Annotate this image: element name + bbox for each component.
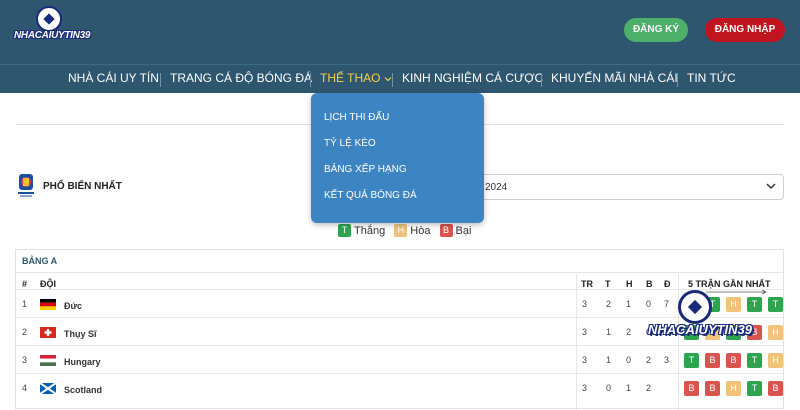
euro-2024-logo-icon — [18, 174, 34, 197]
nav-item-sports-label: THỂ THAO — [320, 71, 381, 85]
header-won: T — [605, 279, 611, 289]
group-title: BẢNG A — [22, 256, 58, 266]
register-button[interactable]: ĐĂNG KÝ — [624, 18, 688, 42]
row-rank: 1 — [22, 299, 28, 309]
team-name[interactable]: Đức — [64, 301, 82, 311]
logo-text: NHACAIUYTIN39 — [14, 30, 91, 41]
team-name[interactable]: Thụy Sĩ — [64, 329, 97, 339]
row-lost: 2 — [646, 383, 652, 393]
form-badge: B — [705, 381, 720, 396]
nav-item-promotions[interactable]: KHUYẾN MÃI NHÀ CÁI — [551, 71, 678, 85]
season-select-value: 2024 — [485, 182, 508, 193]
team-name[interactable]: Hungary — [64, 357, 101, 367]
row-won: 1 — [606, 355, 612, 365]
nav-item-trusted-bookmakers[interactable]: NHÀ CÁI UY TÍN — [68, 71, 159, 85]
nav-item-sports[interactable]: THỂ THAO — [320, 71, 392, 85]
soccer-ball-icon — [36, 6, 62, 32]
nav-divider — [677, 73, 678, 87]
row-won: 1 — [606, 327, 612, 337]
top-header: NHACAIUYTIN39 ĐĂNG KÝ ĐĂNG NHẬP — [0, 0, 800, 64]
watermark-text: NHACAIUYTIN39 — [648, 322, 753, 337]
row-diff: 3 — [664, 355, 670, 365]
header-drawn: H — [626, 279, 633, 289]
nav-divider — [310, 73, 311, 87]
row-divider — [16, 272, 783, 273]
row-played: 3 — [582, 355, 588, 365]
draw-badge: H — [394, 224, 408, 237]
loss-label: Bại — [455, 224, 472, 237]
login-button[interactable]: ĐĂNG NHẬP — [705, 18, 785, 42]
chevron-down-icon — [384, 76, 392, 82]
nav-item-betting-sites[interactable]: TRANG CÁ ĐỘ BÓNG ĐÁ — [170, 71, 312, 85]
germany-flag-icon — [40, 299, 56, 310]
site-logo[interactable]: NHACAIUYTIN39 — [14, 6, 91, 52]
form-badge: H — [768, 325, 783, 340]
nav-divider — [160, 73, 161, 87]
row-rank: 4 — [22, 383, 28, 393]
sports-dropdown-menu: LỊCH THI ĐẤU TỶ LỆ KÈO BẢNG XẾP HẠNG KẾT… — [311, 93, 484, 223]
row-played: 3 — [582, 299, 588, 309]
row-drawn: 1 — [626, 383, 632, 393]
season-select[interactable]: 2024 — [476, 174, 784, 200]
dropdown-item-odds[interactable]: TỶ LỆ KÈO — [324, 138, 376, 149]
row-won: 0 — [606, 383, 612, 393]
form-badge: H — [726, 381, 741, 396]
nav-item-betting-tips[interactable]: KINH NGHIỆM CÁ CƯỢC — [402, 71, 543, 85]
row-won: 2 — [606, 299, 612, 309]
row-rank: 3 — [22, 355, 28, 365]
scotland-flag-icon — [40, 383, 56, 394]
header-form: 5 TRẬN GẦN NHẤT — [688, 279, 771, 289]
row-rank: 2 — [22, 327, 28, 337]
form-badge: H — [768, 353, 783, 368]
dropdown-item-schedule[interactable]: LỊCH THI ĐẤU — [324, 112, 389, 123]
switzerland-flag-icon — [40, 327, 56, 338]
header-rank: # — [22, 279, 28, 289]
form-legend: T Thắng H Hòa B Bại — [338, 224, 477, 238]
popular-label: PHỔ BIẾN NHẤT — [43, 181, 122, 192]
row-played: 3 — [582, 327, 588, 337]
main-nav: NHÀ CÁI UY TÍN TRANG CÁ ĐỘ BÓNG ĐÁ THỂ T… — [0, 64, 800, 93]
row-divider — [16, 373, 783, 374]
nav-divider — [541, 73, 542, 87]
header-lost: B — [646, 279, 653, 289]
nav-item-news[interactable]: TIN TỨC — [687, 71, 736, 85]
draw-label: Hòa — [410, 224, 431, 237]
hungary-flag-icon — [40, 355, 56, 366]
chevron-down-icon — [766, 183, 776, 190]
nav-divider — [392, 73, 393, 87]
header-diff: Đ — [664, 279, 671, 289]
form-badge: B — [684, 381, 699, 396]
dropdown-item-standings[interactable]: BẢNG XẾP HẠNG — [324, 164, 407, 175]
loss-badge: B — [439, 224, 453, 237]
row-drawn: 0 — [626, 355, 632, 365]
form-badge: T — [768, 297, 783, 312]
header-played: TR — [581, 279, 593, 289]
watermark-logo: NHACAIUYTIN39 — [648, 290, 753, 356]
win-badge: T — [338, 224, 351, 237]
form-badge: T — [747, 297, 762, 312]
win-label: Thắng — [354, 224, 386, 237]
row-played: 3 — [582, 383, 588, 393]
row-lost: 2 — [646, 355, 652, 365]
form-badge: B — [768, 381, 783, 396]
header-team: ĐỘI — [40, 279, 57, 289]
column-divider — [576, 274, 577, 410]
row-drawn: 1 — [626, 299, 632, 309]
team-name[interactable]: Scotland — [64, 385, 102, 395]
soccer-ball-icon — [678, 290, 712, 324]
dropdown-item-results[interactable]: KẾT QUẢ BÓNG ĐÁ — [324, 190, 417, 201]
form-badge: T — [747, 353, 762, 368]
row-drawn: 2 — [626, 327, 632, 337]
form-badge: T — [747, 381, 762, 396]
